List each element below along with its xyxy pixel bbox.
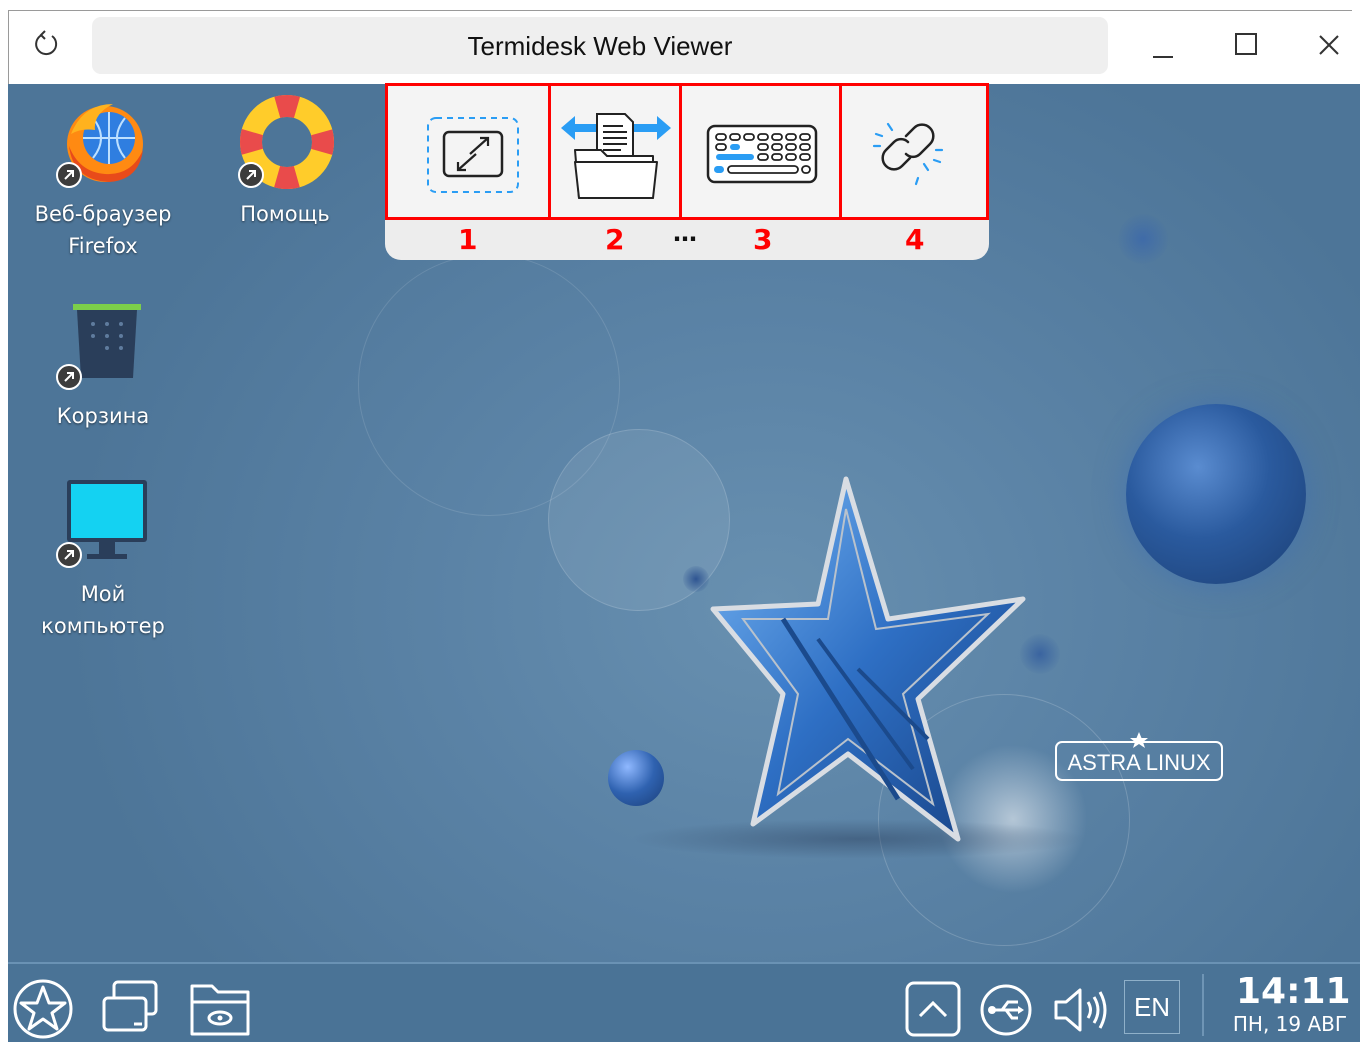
shortcut-arrow-icon — [56, 542, 82, 568]
wallpaper-sphere — [1118, 214, 1168, 264]
desktop-icon-label: Веб-браузер Firefox — [34, 202, 172, 258]
firefox-icon — [53, 94, 153, 194]
astra-linux-logo-text: ASTRA LINUX — [1067, 750, 1210, 775]
window-border — [8, 10, 1352, 11]
keyboard-icon — [706, 124, 818, 184]
shortcut-arrow-icon — [56, 162, 82, 188]
more-options-button[interactable]: … — [673, 219, 697, 247]
maximize-icon[interactable] — [1230, 28, 1264, 62]
virtual-keyboard-button[interactable] — [679, 83, 842, 220]
shortcut-arrow-icon — [56, 364, 82, 390]
help-lifebuoy-icon — [235, 94, 335, 194]
tray-expand-icon[interactable] — [904, 980, 962, 1038]
wallpaper-sphere — [1126, 404, 1306, 584]
desktop-icon-label: Помощь — [240, 202, 330, 226]
browser-window-chrome: Termidesk Web Viewer — [0, 0, 1360, 84]
taskbar: EN 14:11 ПН, 19 АВГ — [8, 962, 1360, 1042]
desktop-icon-label: Мой компьютер — [41, 582, 165, 638]
callout-number-4: 4 — [905, 223, 925, 256]
fullscreen-button[interactable] — [385, 83, 551, 220]
file-transfer-icon — [561, 113, 671, 199]
start-menu-icon[interactable] — [12, 978, 74, 1040]
callout-number-3: 3 — [753, 223, 773, 256]
close-icon[interactable] — [1312, 28, 1346, 62]
desktop-icon-firefox[interactable]: Веб-браузер Firefox — [18, 94, 188, 262]
file-transfer-button[interactable] — [548, 83, 682, 220]
wallpaper-sphere — [608, 750, 664, 806]
window-title: Termidesk Web Viewer — [467, 31, 733, 61]
callout-number-2: 2 — [605, 223, 625, 256]
title-bar: Termidesk Web Viewer — [92, 17, 1108, 74]
computer-icon — [53, 474, 153, 574]
shortcut-arrow-icon — [238, 162, 264, 188]
disconnect-button[interactable] — [839, 83, 989, 220]
desktop-icon-computer[interactable]: Мой компьютер — [18, 474, 188, 642]
file-manager-icon[interactable] — [188, 980, 252, 1038]
desktop-icon-label: Корзина — [56, 404, 150, 428]
trash-icon — [53, 296, 153, 396]
clock-date[interactable]: ПН, 19 АВГ — [1220, 1012, 1360, 1036]
volume-icon[interactable] — [1050, 982, 1112, 1038]
wallpaper-star — [710, 476, 1026, 842]
network-icon[interactable] — [978, 982, 1034, 1038]
disconnect-link-icon — [872, 122, 944, 186]
windows-switcher-icon[interactable] — [100, 978, 162, 1036]
callout-number-1: 1 — [458, 223, 478, 256]
window-border — [8, 10, 9, 84]
desktop-icon-help[interactable]: Помощь — [200, 94, 370, 230]
minimize-icon[interactable] — [1146, 28, 1180, 62]
fullscreen-icon — [427, 117, 519, 193]
astra-linux-logo: ASTRA LINUX — [1055, 732, 1223, 781]
reload-icon[interactable] — [30, 28, 62, 60]
clock-time[interactable]: 14:11 — [1236, 972, 1351, 1012]
keyboard-layout-indicator[interactable]: EN — [1124, 980, 1180, 1034]
wallpaper-ring — [358, 254, 620, 516]
tray-separator — [1202, 974, 1204, 1036]
desktop-icon-trash[interactable]: Корзина — [18, 296, 188, 432]
viewer-toolbar: 1 2 … 3 4 — [385, 83, 989, 260]
